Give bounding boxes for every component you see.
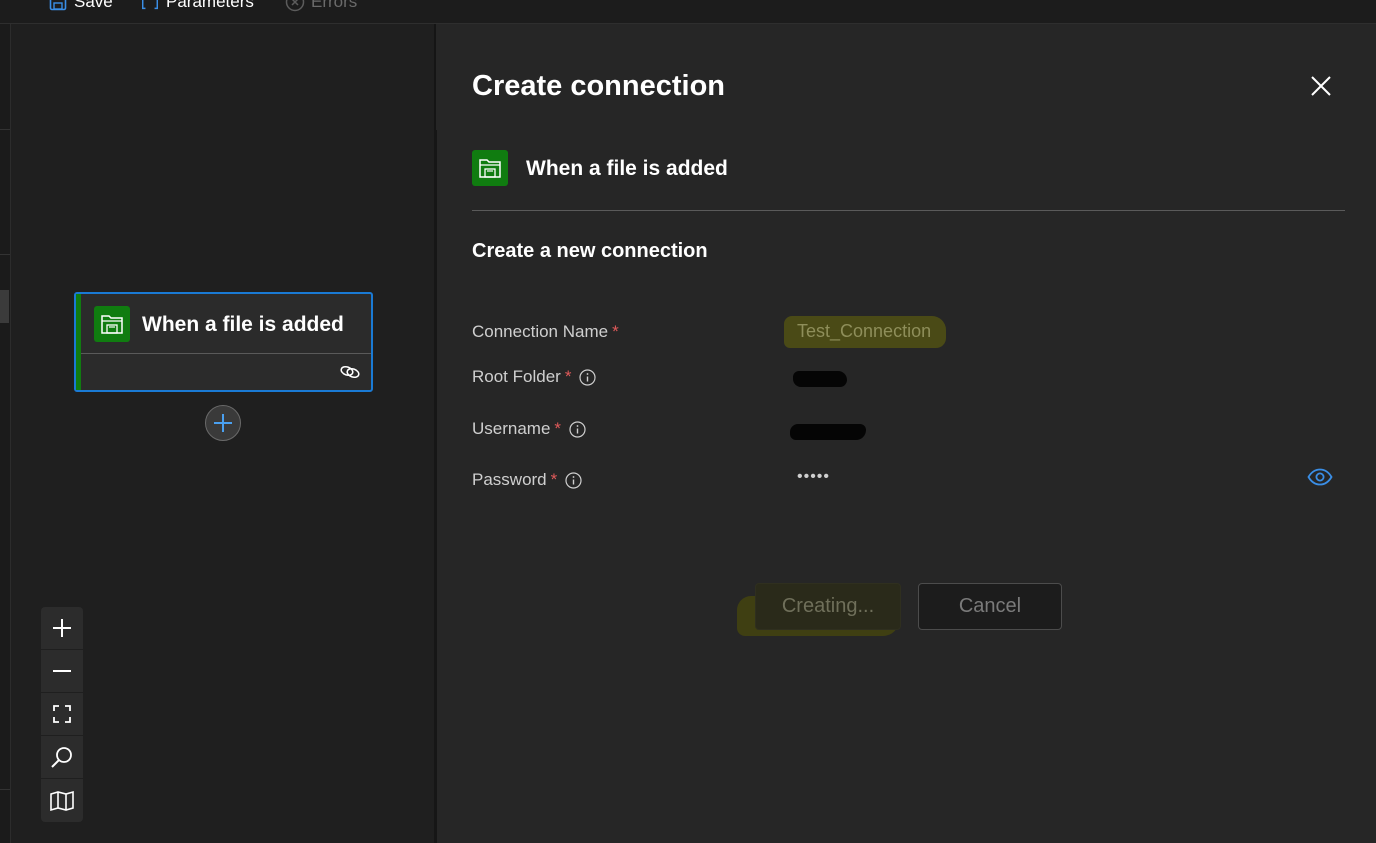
info-icon[interactable] <box>579 368 597 386</box>
create-button[interactable]: Creating... <box>755 583 901 630</box>
nav-divider <box>0 789 10 790</box>
eye-icon <box>1307 468 1333 486</box>
parameters-button[interactable]: Parameters <box>140 0 254 13</box>
info-icon[interactable] <box>569 420 586 438</box>
minimap-icon <box>50 790 74 811</box>
required-mark: * <box>564 367 572 386</box>
error-icon <box>285 0 305 12</box>
fit-view-icon <box>53 705 71 723</box>
nav-selected-indicator[interactable] <box>0 290 9 323</box>
errors-button[interactable]: Errors <box>285 0 357 13</box>
nav-divider <box>0 129 10 130</box>
panel-title: Create connection <box>472 70 725 102</box>
info-icon[interactable] <box>565 471 582 489</box>
section-title: Create a new connection <box>472 240 708 262</box>
required-mark: * <box>554 419 562 438</box>
redacted-username-input[interactable] <box>790 424 866 440</box>
panel-divider <box>472 210 1345 211</box>
field-label-text: Username <box>472 419 551 438</box>
node-accent-bar <box>76 294 81 390</box>
minimap-button[interactable] <box>41 779 83 822</box>
save-button[interactable]: Save <box>48 0 113 13</box>
node-title: When a file is added <box>142 313 344 336</box>
password-input[interactable]: ••••• <box>797 468 830 486</box>
field-label-text: Connection Name <box>472 322 609 341</box>
search-icon <box>51 747 72 768</box>
cancel-button[interactable]: Cancel <box>918 583 1062 630</box>
canvas-controls <box>41 607 83 822</box>
redacted-root-folder-input[interactable] <box>793 371 847 387</box>
save-icon <box>48 0 68 12</box>
plus-icon <box>214 414 232 432</box>
add-step-button[interactable] <box>205 405 241 441</box>
required-mark: * <box>612 322 619 341</box>
connection-name-label: Connection Name * <box>472 322 619 342</box>
parameters-icon <box>140 0 160 12</box>
errors-label: Errors <box>311 0 358 11</box>
left-nav-strip <box>0 24 11 843</box>
connector-title: When a file is added <box>526 157 728 180</box>
show-password-button[interactable] <box>1307 466 1333 488</box>
fit-view-button[interactable] <box>41 693 83 736</box>
required-mark: * <box>550 470 558 489</box>
zoom-in-button[interactable] <box>41 607 83 650</box>
trigger-node-card[interactable]: When a file is added <box>74 292 373 392</box>
field-label-text: Root Folder <box>472 367 561 386</box>
zoom-out-icon <box>53 670 71 672</box>
zoom-out-button[interactable] <box>41 650 83 693</box>
close-button[interactable] <box>1306 71 1336 101</box>
connection-name-input[interactable]: Test_Connection <box>797 321 931 342</box>
field-label-text: Password <box>472 470 547 489</box>
file-system-icon <box>472 150 508 186</box>
password-label: Password * <box>472 470 582 490</box>
save-label: Save <box>74 0 113 11</box>
close-icon <box>1311 76 1331 96</box>
top-toolbar: Save Parameters Errors <box>0 0 1376 24</box>
nav-divider <box>0 254 10 255</box>
root-folder-label: Root Folder * <box>472 367 597 387</box>
zoom-in-icon <box>53 619 71 637</box>
panel-edge <box>434 130 437 843</box>
parameters-label: Parameters <box>166 0 254 11</box>
file-system-icon <box>94 306 130 342</box>
username-label: Username * <box>472 419 586 439</box>
node-divider <box>81 353 371 354</box>
connection-link-icon[interactable] <box>339 363 361 381</box>
search-button[interactable] <box>41 736 83 779</box>
